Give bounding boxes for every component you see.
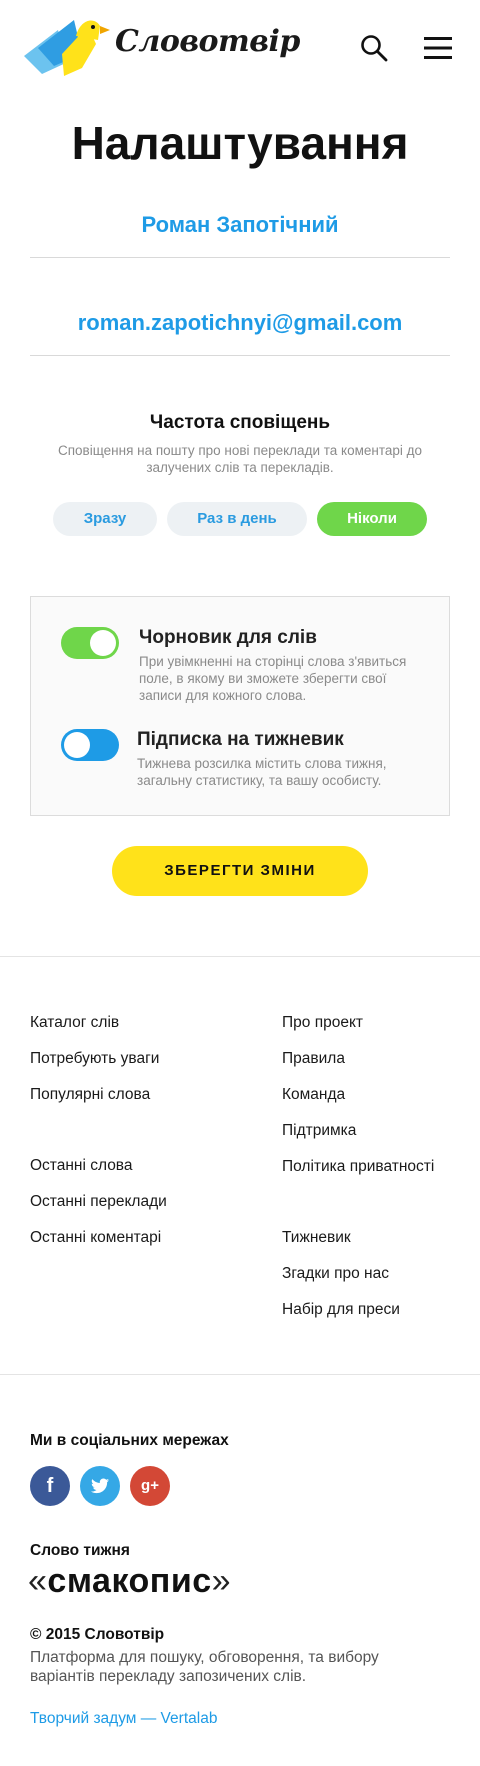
- credit-link[interactable]: Творчий задум — Vertalab: [30, 1710, 217, 1728]
- hamburger-menu-icon[interactable]: [424, 36, 452, 60]
- twitter-icon[interactable]: [80, 1466, 120, 1506]
- divider: [0, 1374, 480, 1375]
- drafts-toggle[interactable]: [61, 627, 119, 659]
- word-of-week-text: смакопис: [47, 1562, 212, 1600]
- notification-frequency-title: Частота сповіщень: [149, 412, 331, 433]
- footer-link-latest-translations[interactable]: Останні переклади: [30, 1193, 167, 1211]
- email-field[interactable]: roman.zapotichnyi@gmail.com: [30, 310, 450, 356]
- page-title: Налаштування: [71, 117, 409, 169]
- footer-link-press-kit[interactable]: Набір для преси: [282, 1301, 400, 1319]
- header: Словотвір: [0, 0, 480, 96]
- drafts-title: Чорновик для слів: [139, 627, 317, 648]
- footer-link-rules[interactable]: Правила: [282, 1050, 345, 1068]
- quote-open: «: [28, 1562, 48, 1600]
- footer-link-catalog[interactable]: Каталог слів: [30, 1014, 119, 1032]
- footer-link-team[interactable]: Команда: [282, 1086, 345, 1104]
- facebook-icon[interactable]: f: [30, 1466, 70, 1506]
- social-title: Ми в соціальних мережах: [30, 1432, 229, 1449]
- newsletter-title: Підписка на тижневик: [137, 729, 344, 750]
- footer-link-weekly[interactable]: Тижневик: [282, 1229, 351, 1247]
- toggle-knob: [64, 732, 90, 758]
- footer-link-support[interactable]: Підтримка: [282, 1122, 356, 1140]
- footer-link-latest-words[interactable]: Останні слова: [30, 1157, 133, 1175]
- toggle-knob: [90, 630, 116, 656]
- footer-link-popular[interactable]: Популярні слова: [30, 1086, 150, 1104]
- save-button[interactable]: ЗБЕРЕГТИ ЗМІНИ: [112, 846, 368, 896]
- google-plus-icon[interactable]: g+: [130, 1466, 170, 1506]
- platform-description: Платформа для пошуку, обговорення, та ви…: [30, 1649, 379, 1685]
- copyright: © 2015 Словотвір: [30, 1626, 165, 1643]
- frequency-option-immediately[interactable]: Зразу: [53, 502, 157, 536]
- drafts-description: При увімкненні на сторінці слова з'явить…: [139, 654, 407, 703]
- newsletter-description: Тижнева розсилка містить слова тижня, за…: [137, 756, 387, 788]
- footer-link-need-attention[interactable]: Потребують уваги: [30, 1050, 159, 1068]
- notification-frequency-description: Сповіщення на пошту про нові переклади т…: [57, 443, 423, 475]
- footer-link-about[interactable]: Про проект: [282, 1014, 363, 1032]
- logo-text[interactable]: Словотвір: [115, 24, 300, 59]
- search-icon[interactable]: [360, 34, 388, 62]
- footer-link-press-mentions[interactable]: Згадки про нас: [282, 1265, 389, 1283]
- frequency-option-daily[interactable]: Раз в день: [167, 502, 307, 536]
- newsletter-toggle[interactable]: [61, 729, 119, 761]
- word-of-week-label: Слово тижня: [30, 1542, 130, 1559]
- frequency-option-never[interactable]: Ніколи: [317, 502, 427, 536]
- footer-link-privacy[interactable]: Політика приватності: [282, 1158, 434, 1176]
- word-of-week[interactable]: «смакопис»: [28, 1562, 231, 1601]
- bird-logo-icon[interactable]: [24, 14, 112, 78]
- quote-close: »: [211, 1562, 232, 1600]
- footer-link-latest-comments[interactable]: Останні коментарі: [30, 1229, 161, 1247]
- settings-box: Чорновик для слів При увімкненні на стор…: [30, 596, 450, 816]
- divider: [0, 956, 480, 957]
- name-field[interactable]: Роман Запотічний: [30, 212, 450, 258]
